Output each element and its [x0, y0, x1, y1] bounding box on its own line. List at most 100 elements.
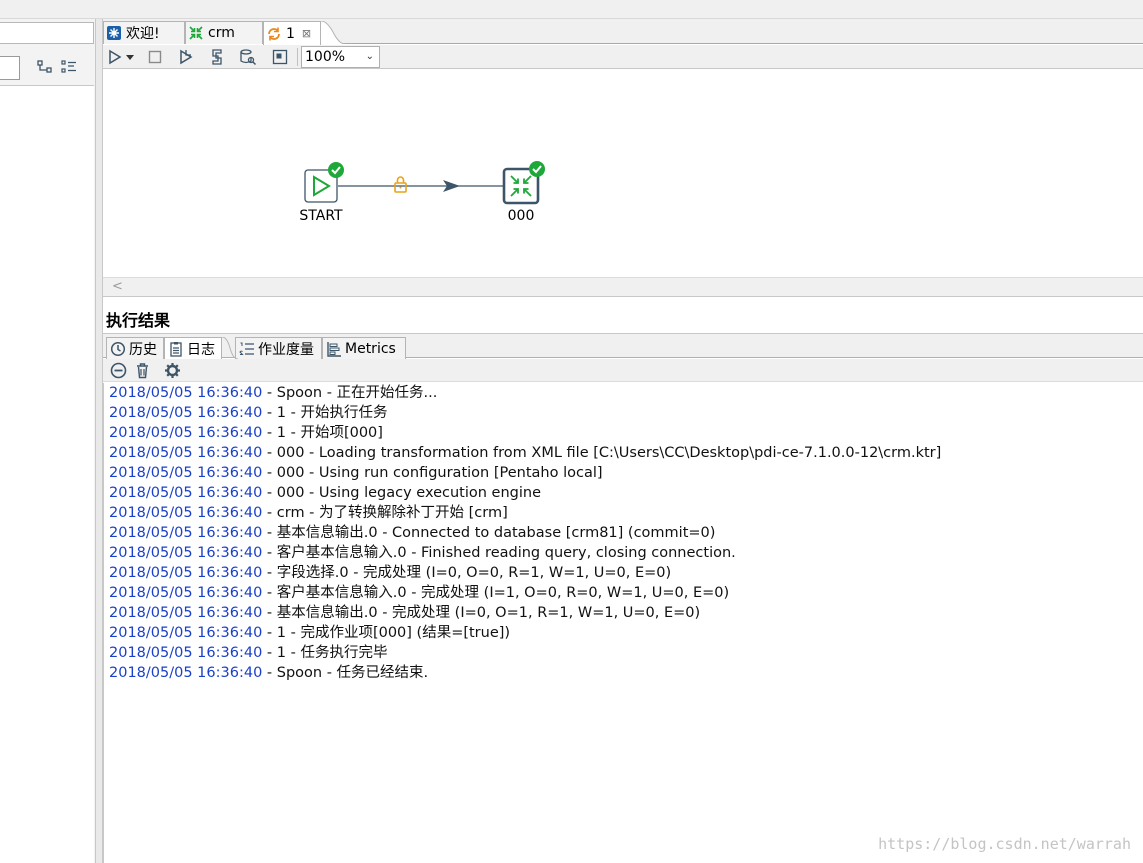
top-strip: [0, 0, 1143, 19]
clock-icon: [110, 341, 126, 357]
log-message: - 1 - 开始执行任务: [262, 405, 388, 421]
transformation-node-icon: [502, 161, 545, 205]
log-timestamp: 2018/05/05 16:36:40: [109, 465, 263, 481]
tab-tail: [222, 337, 238, 359]
transformation-icon: [188, 25, 204, 41]
watermark: https://blog.csdn.net/warrah: [878, 835, 1131, 853]
log-line: 2018/05/05 16:36:40 - 基本信息输出.0 - Connect…: [109, 523, 715, 543]
log-timestamp: 2018/05/05 16:36:40: [109, 625, 263, 641]
log-message: - Spoon - 任务已经结束.: [262, 665, 429, 681]
check-job-icon[interactable]: [208, 48, 226, 66]
log-line: 2018/05/05 16:36:40 - 客户基本信息输入.0 - 完成处理 …: [109, 583, 729, 603]
tab-label: Metrics: [345, 340, 396, 357]
left-tree-area: [0, 85, 94, 863]
stop-icon[interactable]: [146, 48, 164, 66]
log-line: 2018/05/05 16:36:40 - 1 - 完成作业项[000] (结果…: [109, 623, 510, 643]
replay-icon[interactable]: [177, 48, 195, 66]
tab-tail: [321, 21, 345, 44]
sql-database-icon[interactable]: [239, 48, 257, 66]
canvas-horizontal-scrollbar[interactable]: <: [103, 277, 1143, 297]
trash-icon[interactable]: [134, 362, 151, 379]
tab-label: 作业度量: [258, 341, 314, 358]
tab-label: 欢迎!: [126, 26, 160, 42]
editor-tab-bar: 欢迎! crm 1 ⊠: [103, 19, 1143, 45]
log-message: - 1 - 任务执行完毕: [262, 645, 388, 661]
log-message: - Spoon - 正在开始任务...: [262, 385, 438, 401]
log-timestamp: 2018/05/05 16:36:40: [109, 645, 263, 661]
chevron-down-icon: ⌄: [365, 51, 374, 62]
log-timestamp: 2018/05/05 16:36:40: [109, 525, 263, 541]
log-line: 2018/05/05 16:36:40 - 1 - 任务执行完毕: [109, 643, 387, 663]
tab-label: 1: [286, 25, 295, 42]
log-timestamp: 2018/05/05 16:36:40: [109, 485, 263, 501]
tab-metrics[interactable]: Metrics: [322, 337, 406, 359]
log-line: 2018/05/05 16:36:40 - Spoon - 正在开始任务...: [109, 383, 437, 403]
tab-crm[interactable]: crm: [185, 21, 263, 44]
log-message: - 基本信息输出.0 - Connected to database [crm8…: [262, 525, 716, 541]
log-line: 2018/05/05 16:36:40 - 1 - 开始执行任务: [109, 403, 387, 423]
log-icon: [168, 341, 184, 357]
left-filter-input[interactable]: [0, 56, 20, 80]
log-message: - 000 - Using run configuration [Pentaho…: [262, 465, 603, 481]
start-node-label[interactable]: START: [281, 208, 361, 224]
tab-history[interactable]: 历史: [106, 337, 164, 359]
log-timestamp: 2018/05/05 16:36:40: [109, 425, 263, 441]
log-line: 2018/05/05 16:36:40 - 000 - Loading tran…: [109, 443, 941, 463]
run-options-chevron-down-icon[interactable]: [124, 48, 136, 66]
log-timestamp: 2018/05/05 16:36:40: [109, 565, 263, 581]
zoom-value: 100%: [305, 49, 346, 65]
log-message: - 000 - Loading transformation from XML …: [262, 445, 942, 461]
tab-label: crm: [208, 25, 235, 41]
job-flow-graph: [304, 161, 545, 205]
log-line: 2018/05/05 16:36:40 - 000 - Using run co…: [109, 463, 603, 483]
job-toolbar: 100% ⌄: [103, 45, 1143, 69]
run-icon[interactable]: [106, 48, 124, 66]
log-timestamp: 2018/05/05 16:36:40: [109, 405, 263, 421]
panel-splitter[interactable]: [96, 19, 103, 863]
results-title: 执行结果: [106, 311, 171, 330]
log-line: 2018/05/05 16:36:40 - Spoon - 任务已经结束.: [109, 663, 428, 683]
tab-welcome[interactable]: 欢迎!: [103, 21, 185, 44]
tab-label: 日志: [187, 342, 215, 358]
log-timestamp: 2018/05/05 16:36:40: [109, 385, 263, 401]
log-message: - crm - 为了转换解除补丁开始 [crm]: [262, 505, 508, 521]
gear-icon[interactable]: [164, 362, 181, 379]
job-canvas[interactable]: START 000: [103, 69, 1143, 277]
scroll-left-icon[interactable]: <: [112, 279, 123, 294]
toolbar-separator: [297, 48, 298, 66]
welcome-icon: [106, 25, 122, 41]
log-message: - 字段选择.0 - 完成处理 (I=0, O=0, R=1, W=1, U=0…: [262, 565, 672, 581]
tab-log[interactable]: 日志: [164, 337, 222, 360]
start-node-icon: [304, 162, 344, 203]
log-message: - 000 - Using legacy execution engine: [262, 485, 542, 501]
log-line: 2018/05/05 16:36:40 - crm - 为了转换解除补丁开始 […: [109, 503, 508, 523]
log-message: - 基本信息输出.0 - 完成处理 (I=0, O=1, R=1, W=1, U…: [262, 605, 701, 621]
clear-log-icon[interactable]: [110, 362, 127, 379]
log-timestamp: 2018/05/05 16:36:40: [109, 605, 263, 621]
close-tab-icon[interactable]: ⊠: [302, 27, 311, 40]
log-output[interactable]: 2018/05/05 16:36:40 - Spoon - 正在开始任务... …: [103, 383, 1143, 863]
log-message: - 客户基本信息输入.0 - 完成处理 (I=1, O=0, R=0, W=1,…: [262, 585, 730, 601]
left-panel: [0, 19, 96, 863]
log-message: - 1 - 完成作业项[000] (结果=[true]): [262, 625, 511, 641]
log-message: - 1 - 开始项[000]: [262, 425, 383, 441]
log-timestamp: 2018/05/05 16:36:40: [109, 545, 263, 561]
transformation-node-label[interactable]: 000: [481, 208, 561, 224]
tab-job-1[interactable]: 1 ⊠: [263, 21, 321, 45]
log-message: - 客户基本信息输入.0 - Finished reading query, c…: [262, 545, 736, 561]
tab-label: 历史: [129, 341, 157, 358]
expand-all-icon[interactable]: [60, 58, 78, 76]
log-timestamp: 2018/05/05 16:36:40: [109, 665, 263, 681]
log-line: 2018/05/05 16:36:40 - 1 - 开始项[000]: [109, 423, 383, 443]
zoom-select[interactable]: 100% ⌄: [301, 46, 380, 68]
log-line: 2018/05/05 16:36:40 - 字段选择.0 - 完成处理 (I=0…: [109, 563, 671, 583]
tab-job-metrics[interactable]: 作业度量: [235, 337, 322, 359]
tree-view-icon[interactable]: [36, 58, 54, 76]
log-timestamp: 2018/05/05 16:36:40: [109, 445, 263, 461]
left-search-box[interactable]: [0, 22, 94, 44]
list-numbered-icon: [239, 341, 255, 357]
job-icon: [266, 26, 282, 42]
log-timestamp: 2018/05/05 16:36:40: [109, 585, 263, 601]
log-line: 2018/05/05 16:36:40 - 000 - Using legacy…: [109, 483, 541, 503]
align-grid-icon[interactable]: [271, 48, 289, 66]
